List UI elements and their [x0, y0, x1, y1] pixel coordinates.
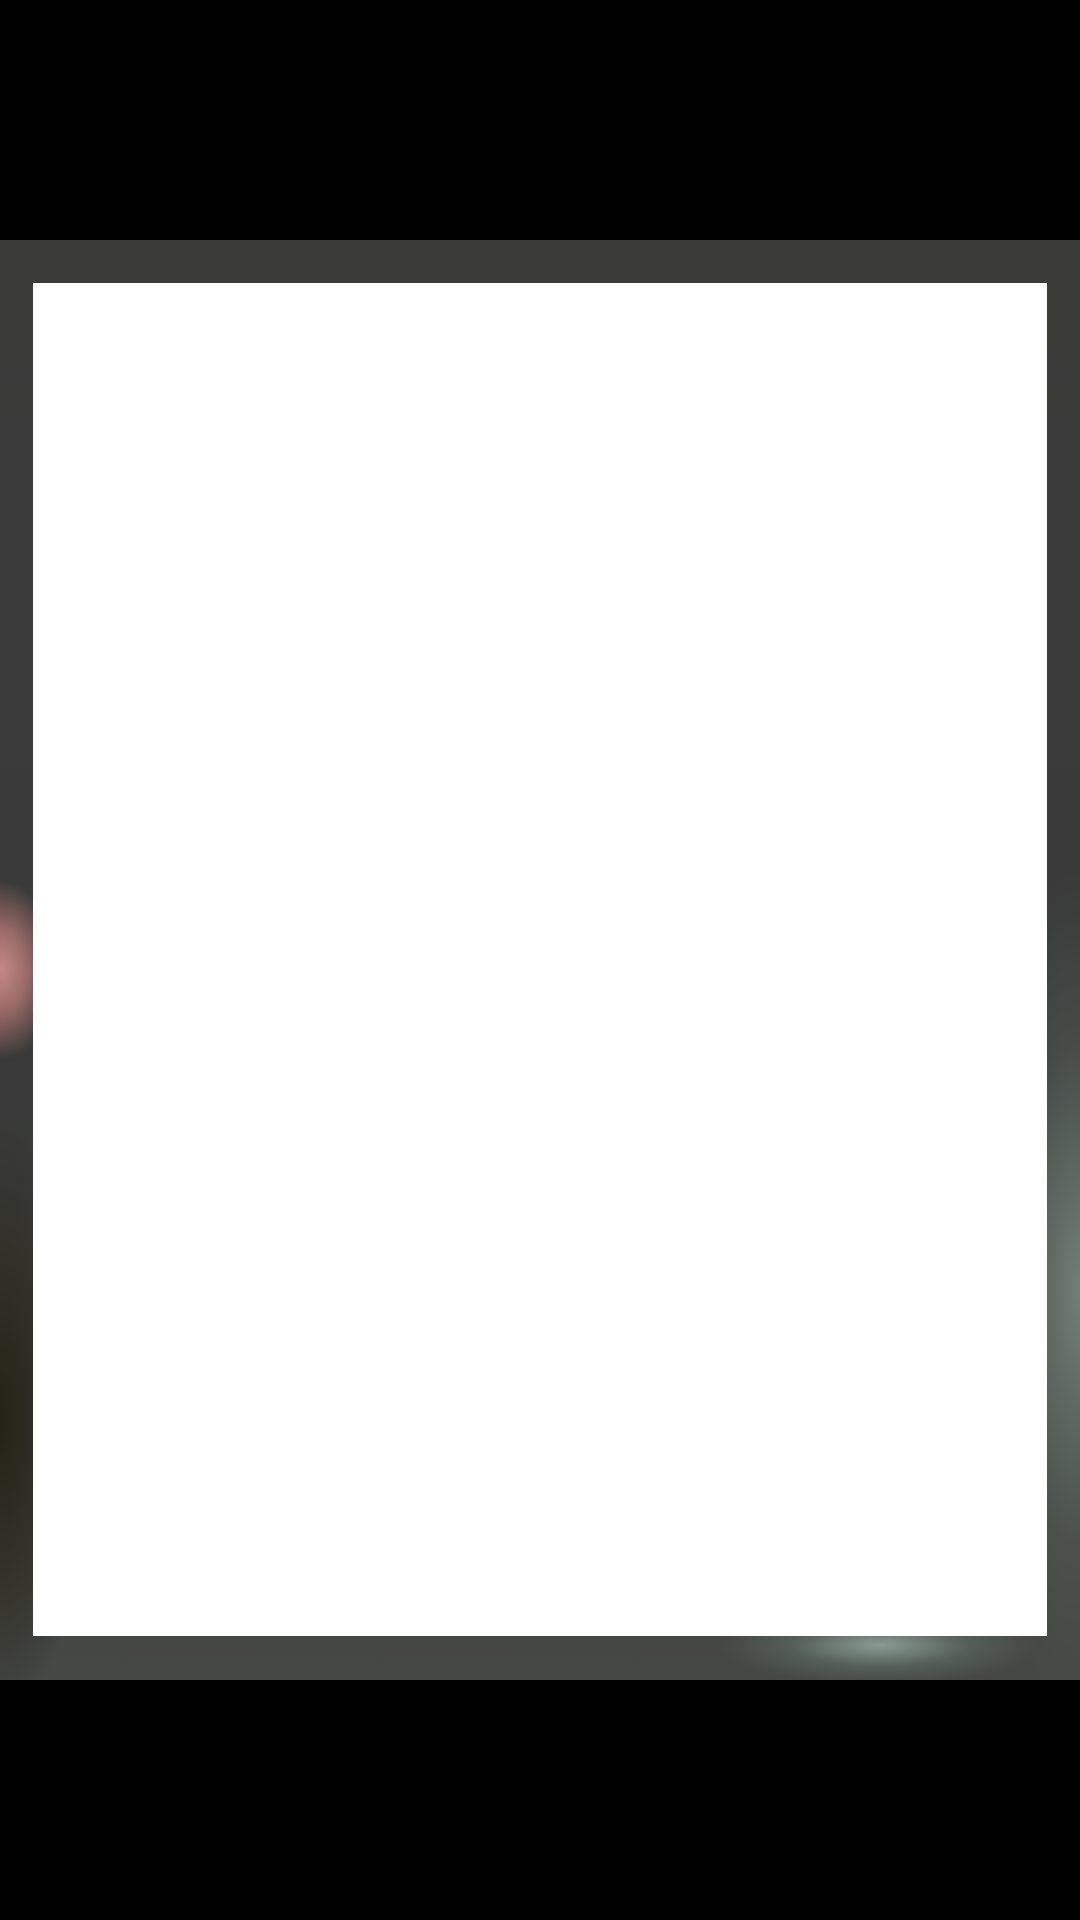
document-frame: [33, 283, 1047, 1636]
top-bar: [0, 0, 1080, 240]
bottom-bar: [0, 1680, 1080, 1920]
camera-screen: [0, 0, 1080, 1920]
camera-preview[interactable]: [0, 240, 1080, 1680]
